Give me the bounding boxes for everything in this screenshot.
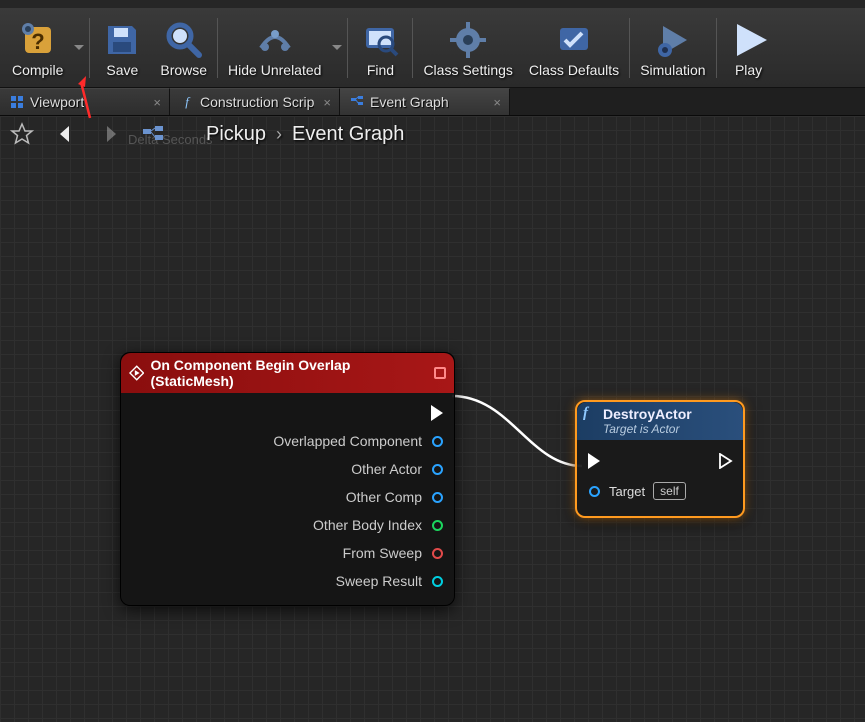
node-on-component-begin-overlap[interactable]: On Component Begin Overlap (StaticMesh) …	[120, 352, 455, 606]
find-button[interactable]: Find	[350, 8, 410, 87]
tab-construction-label: Construction Scrip	[200, 94, 314, 110]
hide-unrelated-button[interactable]: Hide Unrelated	[220, 8, 329, 87]
function-node-icon: f	[583, 405, 588, 422]
tab-viewport-label: Viewport	[30, 94, 84, 110]
simulation-button[interactable]: Simulation	[632, 8, 713, 87]
toolbar-separator	[716, 18, 717, 78]
class-defaults-icon	[552, 18, 596, 62]
favorite-star-icon[interactable]	[6, 118, 38, 150]
tab-close-icon[interactable]: ×	[153, 95, 161, 110]
node-title: DestroyActor	[603, 406, 692, 422]
event-node-icon	[129, 365, 144, 381]
exec-input-pin[interactable]	[587, 454, 601, 468]
class-defaults-button[interactable]: Class Defaults	[521, 8, 627, 87]
node-title: On Component Begin Overlap (StaticMesh)	[150, 357, 428, 389]
node-destroy-actor[interactable]: f DestroyActor Target is Actor Target se…	[575, 400, 745, 518]
pin-overlapped-component[interactable]: Overlapped Component	[131, 427, 444, 455]
svg-text:?: ?	[31, 29, 44, 54]
tab-event-graph[interactable]: Event Graph ×	[340, 88, 510, 115]
graph-canvas[interactable]: Delta Seconds Pickup › Event Graph	[0, 116, 865, 722]
chevron-down-icon	[332, 45, 342, 50]
toolbar-separator	[412, 18, 413, 78]
gear-icon	[446, 18, 490, 62]
find-icon	[358, 18, 402, 62]
graph-overview-icon[interactable]	[138, 118, 170, 150]
toolbar-separator	[217, 18, 218, 78]
toolbar-separator	[629, 18, 630, 78]
nav-back-icon[interactable]	[50, 118, 82, 150]
pin-other-body-index[interactable]: Other Body Index	[131, 511, 444, 539]
browse-button[interactable]: Browse	[152, 8, 215, 87]
pin-from-sweep[interactable]: From Sweep	[131, 539, 444, 567]
simulation-icon	[651, 18, 695, 62]
tab-construction-script[interactable]: f Construction Scrip ×	[170, 88, 340, 115]
node-delegate-icon	[434, 367, 446, 379]
tab-close-icon[interactable]: ×	[493, 95, 501, 110]
breadcrumb-separator-icon: ›	[276, 124, 282, 145]
compile-button[interactable]: ? Compile	[4, 8, 71, 87]
chevron-down-icon	[74, 45, 84, 50]
tab-event-graph-label: Event Graph	[370, 94, 449, 110]
graph-tab-icon	[350, 95, 364, 109]
save-button[interactable]: Save	[92, 8, 152, 87]
graph-toolbar: Pickup › Event Graph	[0, 116, 865, 152]
pin-sweep-result[interactable]: Sweep Result	[131, 567, 444, 595]
exec-output-pin[interactable]	[719, 454, 733, 468]
viewport-tab-icon	[10, 95, 24, 109]
save-icon	[100, 18, 144, 62]
breadcrumb-root[interactable]: Pickup	[206, 123, 266, 146]
compile-icon: ?	[16, 18, 60, 62]
compile-dropdown[interactable]	[71, 8, 87, 87]
browse-icon	[162, 18, 206, 62]
main-toolbar: ? Compile Save Browse	[0, 8, 865, 88]
play-icon	[727, 18, 771, 62]
tab-close-icon[interactable]: ×	[323, 95, 331, 110]
class-settings-button[interactable]: Class Settings	[415, 8, 520, 87]
pin-other-actor[interactable]: Other Actor	[131, 455, 444, 483]
breadcrumb-leaf[interactable]: Event Graph	[292, 123, 404, 146]
hide-unrelated-icon	[253, 18, 297, 62]
node-subtitle: Target is Actor	[603, 422, 679, 436]
tab-viewport[interactable]: Viewport ×	[0, 88, 170, 115]
exec-output-pin[interactable]	[131, 399, 444, 427]
play-button[interactable]: Play	[719, 8, 779, 87]
function-tab-icon: f	[180, 95, 194, 109]
nav-forward-icon[interactable]	[94, 118, 126, 150]
node-header[interactable]: On Component Begin Overlap (StaticMesh)	[121, 353, 454, 393]
breadcrumb: Pickup › Event Graph	[206, 123, 404, 146]
toolbar-separator	[347, 18, 348, 78]
hide-unrelated-dropdown[interactable]	[329, 8, 345, 87]
node-header[interactable]: f DestroyActor Target is Actor	[577, 402, 743, 440]
target-self-value: self	[653, 482, 686, 500]
toolbar-separator	[89, 18, 90, 78]
pin-target[interactable]: Target self	[587, 476, 733, 506]
pin-other-comp[interactable]: Other Comp	[131, 483, 444, 511]
editor-tabs: Viewport × f Construction Scrip × Event …	[0, 88, 865, 116]
